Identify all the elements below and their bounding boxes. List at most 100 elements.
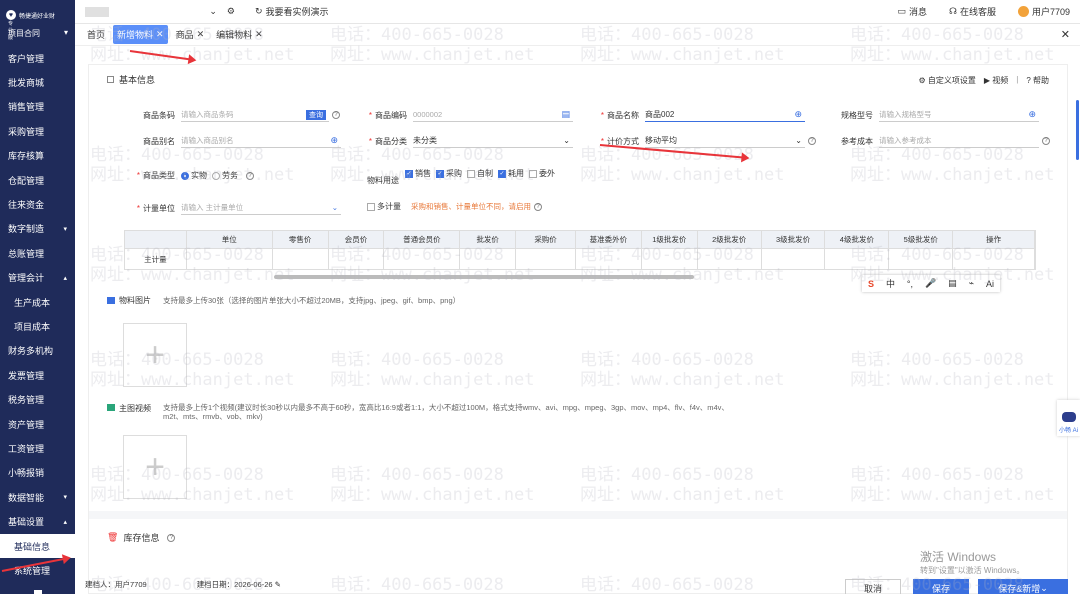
table-cell[interactable] — [187, 249, 273, 270]
sidebar-item[interactable]: 小畅报销 — [0, 461, 75, 485]
sidebar-item[interactable]: 总账管理 — [0, 241, 75, 265]
help-icon[interactable]: ? — [332, 111, 340, 119]
table-cell[interactable] — [889, 249, 954, 270]
ime-button[interactable]: ▤ — [948, 278, 957, 289]
unit-select[interactable]: 请输入 主计量单位 ⌄ — [181, 201, 341, 215]
table-cell[interactable] — [329, 249, 385, 270]
ime-button[interactable]: °, — [907, 279, 913, 289]
table-cell[interactable] — [762, 249, 826, 270]
table-cell[interactable] — [460, 249, 517, 270]
sidebar-item[interactable]: 仓配管理 — [0, 168, 75, 192]
help-icon[interactable]: ? — [534, 202, 542, 211]
save-button[interactable]: 保存 — [913, 579, 969, 594]
sidebar-item[interactable]: 客户管理 — [0, 46, 75, 70]
save-new-button[interactable]: 保存&新增 ⌄ — [978, 579, 1068, 594]
table-cell[interactable] — [698, 249, 762, 270]
sidebar-item[interactable]: 资产管理 — [0, 412, 75, 436]
ai-assistant-button[interactable]: 小畅 Ai — [1057, 400, 1080, 436]
table-cell[interactable] — [273, 249, 329, 270]
cancel-button[interactable]: 取消 — [845, 579, 901, 594]
sidebar-item[interactable]: 基础设置 ▴ — [0, 509, 75, 533]
ime-button[interactable]: ⌁ — [969, 278, 974, 289]
globe-icon[interactable]: ⊕ — [1028, 109, 1036, 120]
sidebar-item[interactable]: 销售管理 — [0, 95, 75, 119]
close-icon[interactable]: ✕ — [255, 29, 263, 40]
sidebar-item[interactable]: 税务管理 — [0, 387, 75, 411]
ime-button[interactable]: 🎤 — [925, 278, 936, 289]
close-icon[interactable]: ✕ — [1061, 28, 1070, 41]
help-icon[interactable]: ? — [808, 137, 816, 145]
ime-button[interactable]: Ai — [986, 279, 994, 289]
sogou-icon[interactable]: S — [868, 279, 874, 289]
gear-icon[interactable]: ⚙ — [227, 6, 235, 17]
sidebar-item[interactable]: 财务多机构 — [0, 339, 75, 363]
globe-icon[interactable]: ⊕ — [330, 135, 338, 146]
edit-icon[interactable]: ✎ — [275, 580, 281, 589]
tab[interactable]: 新增物料 ✕ — [113, 25, 168, 44]
messages-button[interactable]: ▭ 消息 — [897, 5, 927, 18]
category-select[interactable]: 未分类 ⌄ — [413, 134, 573, 148]
usage-checkbox[interactable]: 自制 — [467, 168, 493, 179]
account-selector[interactable]: ⌄ ⚙ — [85, 5, 235, 19]
ime-button[interactable]: 中 — [886, 277, 895, 290]
multi-unit-checkbox[interactable]: 多计量 — [367, 201, 401, 212]
sidebar-item[interactable]: 批发商城 — [0, 70, 75, 94]
sidebar-item[interactable]: 生产成本 — [0, 290, 75, 314]
table-cell[interactable] — [825, 249, 890, 270]
collapse-icon[interactable] — [34, 590, 42, 594]
image-upload-button[interactable]: + — [123, 323, 187, 387]
demo-link-label: 我要看实例演示 — [265, 7, 329, 17]
table-cell[interactable] — [516, 249, 576, 270]
sidebar-item[interactable]: 采购管理 — [0, 119, 75, 143]
table-cell[interactable] — [953, 249, 1035, 270]
horizontal-scrollbar[interactable] — [274, 275, 694, 279]
sidebar-item[interactable]: 项目成本 — [0, 314, 75, 338]
barcode-input[interactable]: 请输入商品条码 查询 — [181, 108, 329, 122]
help-icon[interactable]: ? — [1042, 137, 1050, 145]
refcost-input[interactable]: 请输入参考成本 — [879, 134, 1039, 148]
globe-icon[interactable]: ⊕ — [794, 109, 802, 120]
help-icon[interactable]: ? — [167, 533, 176, 542]
tab[interactable]: 商品 ✕ — [172, 25, 209, 44]
barcode-placeholder: 请输入商品条码 — [181, 110, 234, 119]
sidebar-item[interactable]: 库存核算 — [0, 144, 75, 168]
type-radio-physical[interactable]: 实物 — [181, 170, 207, 181]
tab[interactable]: 编辑物料 ✕ — [212, 25, 267, 44]
tab[interactable]: 首页 — [83, 25, 109, 44]
usage-checkbox[interactable]: 委外 — [529, 168, 555, 179]
custom-settings-link[interactable]: ⚙ 自定义项设置 — [918, 75, 975, 86]
sidebar-item[interactable]: 数字制造 ▾ — [0, 217, 75, 241]
video-link[interactable]: ▶ 视频 — [984, 75, 1008, 86]
query-button[interactable]: 查询 — [306, 109, 326, 120]
user-menu[interactable]: 用户7709 — [1017, 5, 1070, 18]
close-icon[interactable]: ✕ — [156, 29, 164, 40]
table-row[interactable]: 主计量 — [125, 249, 1035, 270]
sidebar-item[interactable]: 管理会计 ▴ — [0, 266, 75, 290]
help-icon[interactable]: ? — [246, 171, 254, 180]
table-cell[interactable] — [384, 249, 461, 270]
video-upload-button[interactable]: + — [123, 435, 187, 499]
table-cell[interactable] — [642, 249, 698, 270]
sidebar-item[interactable]: 工资管理 — [0, 436, 75, 460]
type-radio-service[interactable]: 劳务 — [212, 170, 238, 181]
usage-checkbox[interactable]: ✓ 销售 — [405, 168, 431, 179]
ime-toolbar[interactable]: S 中 °, 🎤 ▤ ⌁ Ai — [862, 275, 1000, 292]
support-button[interactable]: ☊ 在线客服 — [949, 5, 996, 18]
usage-checkbox[interactable]: ✓ 耗用 — [498, 168, 524, 179]
sidebar-item[interactable]: 往来资金 — [0, 192, 75, 216]
table-cell[interactable] — [576, 249, 642, 270]
alias-input[interactable]: 请输入商品别名 ⊕ — [181, 134, 341, 148]
pricing-select[interactable]: 移动平均 ⌄ — [645, 134, 805, 148]
column-header: 3级批发价 — [762, 231, 826, 248]
page-scrollbar[interactable] — [1076, 100, 1079, 160]
spec-input[interactable]: 请输入规格型号 ⊕ — [879, 108, 1039, 122]
sidebar-item[interactable]: 数据智能 ▾ — [0, 485, 75, 509]
demo-link[interactable]: ↻ 我要看实例演示 — [255, 5, 329, 18]
sidebar-item[interactable]: 发票管理 — [0, 363, 75, 387]
code-input[interactable]: 0000002 ▤ — [413, 108, 573, 122]
name-input[interactable]: 商品002 ⊕ — [645, 108, 805, 122]
settings-doc-icon[interactable]: ▤ — [561, 109, 570, 120]
help-link[interactable]: ? 帮助 — [1026, 75, 1049, 86]
usage-checkbox[interactable]: ✓ 采购 — [436, 168, 462, 179]
close-icon[interactable]: ✕ — [197, 29, 205, 40]
